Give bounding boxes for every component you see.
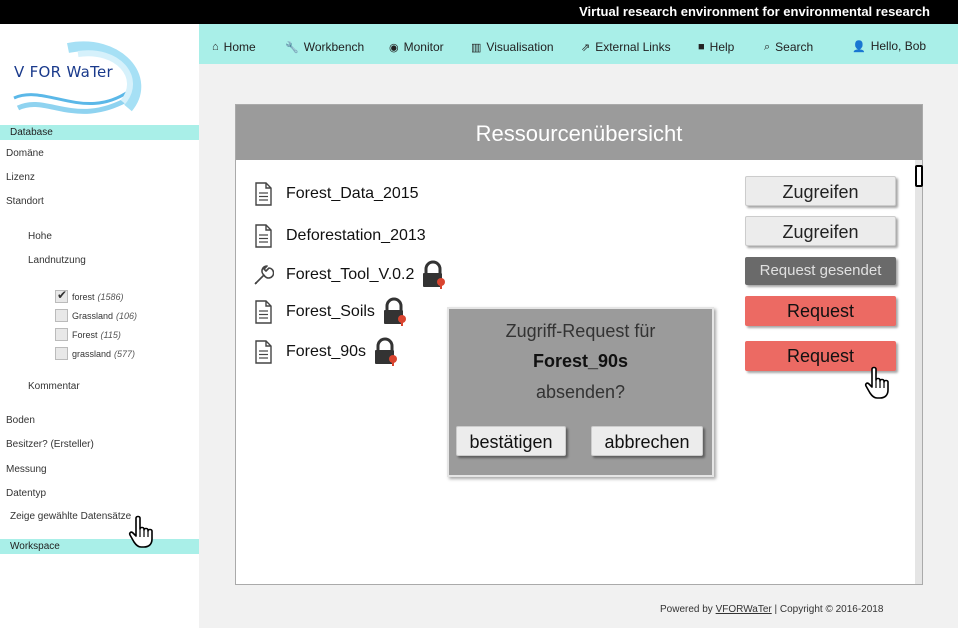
lock-icon [381, 297, 407, 327]
top-bar: Virtual research environment for environ… [0, 0, 958, 24]
hand-cursor-icon [128, 515, 158, 549]
scrollbar-thumb[interactable] [915, 165, 923, 187]
document-icon [252, 224, 274, 248]
landuse-option-forest[interactable]: forest (1586) [55, 288, 124, 303]
landuse-option-grassland[interactable]: Grassland (106) [55, 309, 137, 322]
search-icon: ⌕ [764, 40, 771, 53]
panel-title: Ressourcenübersicht [236, 105, 922, 160]
logo-text: V FOR WaTer [14, 63, 114, 81]
logo[interactable] [8, 38, 148, 128]
footer: Powered by VFORWaTer | Copyright © 2016-… [660, 604, 884, 615]
database-section-header[interactable]: Database [0, 125, 199, 140]
dialog-line-1: Zugriff-Request für [505, 321, 656, 341]
nav-visualisation[interactable]: ▥ Visualisation [471, 40, 554, 54]
access-button-forest-data-2015[interactable]: Zugreifen [745, 176, 896, 206]
checkbox[interactable] [55, 288, 68, 303]
lock-icon [420, 260, 446, 290]
nav-external-links[interactable]: ⇗ External Links [581, 40, 671, 54]
user-icon: 👤 [852, 40, 866, 53]
filter-kommentar[interactable]: Kommentar [28, 381, 80, 392]
tagline: Virtual research environment for environ… [579, 4, 930, 19]
resource-name: Forest_Tool_V.0.2 [286, 266, 415, 283]
footer-brand-link[interactable]: VFORWaTer [716, 604, 772, 615]
filter-domaene[interactable]: Domäne [6, 148, 44, 159]
external-link-icon: ⇗ [581, 41, 591, 54]
resource-name: Forest_Soils [286, 303, 375, 320]
workspace-section-header[interactable]: Workspace [0, 539, 199, 554]
book-icon: ■ [698, 41, 705, 53]
home-icon: ⌂ [212, 41, 219, 53]
document-icon [252, 182, 274, 206]
request-sent-button-forest-tool[interactable]: Request gesendet [745, 257, 896, 285]
resource-name: Forest_Data_2015 [286, 185, 419, 202]
bar-chart-icon: ▥ [471, 41, 482, 54]
nav-help[interactable]: ■ Help [698, 40, 734, 54]
sidebar: V FOR WaTer [0, 24, 199, 628]
filter-hohe[interactable]: Hohe [28, 231, 52, 242]
resource-row-forest-data-2015[interactable]: Forest_Data_2015 [252, 180, 419, 208]
landuse-option-forest-2[interactable]: Forest (115) [55, 328, 121, 341]
show-selected-datasets-link[interactable]: Zeige gewählte Datensätze [10, 511, 131, 522]
user-menu[interactable]: 👤 Hello, Bob [852, 39, 926, 53]
dialog-resource-name: Forest_90s [532, 351, 629, 371]
request-confirm-dialog: Zugriff-Request für Forest_90s absenden?… [447, 307, 714, 477]
resource-row-deforestation-2013[interactable]: Deforestation_2013 [252, 222, 426, 250]
request-button-forest-soils[interactable]: Request [745, 296, 896, 326]
confirm-button[interactable]: bestätigen [456, 426, 566, 456]
document-icon [252, 340, 274, 364]
scrollbar-track[interactable] [915, 160, 922, 584]
resource-row-forest-tool[interactable]: Forest_Tool_V.0.2 [252, 260, 446, 290]
nav-workbench[interactable]: 🔧 Workbench [285, 40, 364, 54]
checkbox[interactable] [55, 328, 68, 341]
filter-datentyp[interactable]: Datentyp [6, 488, 46, 499]
filter-landnutzung[interactable]: Landnutzung [28, 255, 86, 266]
filter-standort[interactable]: Standort [6, 196, 44, 207]
checkbox[interactable] [55, 309, 68, 322]
hand-cursor-icon [864, 366, 894, 400]
filter-besitzer[interactable]: Besitzer? (Ersteller) [6, 439, 94, 450]
cancel-button[interactable]: abbrechen [591, 426, 703, 456]
resource-name: Forest_90s [286, 343, 367, 360]
resource-row-forest-soils[interactable]: Forest_Soils [252, 297, 407, 327]
resource-name: Deforestation_2013 [286, 227, 426, 244]
resource-row-forest-90s[interactable]: Forest_90s [252, 337, 398, 367]
filter-messung[interactable]: Messung [6, 464, 47, 475]
filter-lizenz[interactable]: Lizenz [6, 172, 35, 183]
nav-monitor[interactable]: ◉ Monitor [389, 40, 444, 54]
nav-search[interactable]: ⌕ Search [764, 40, 813, 54]
logo-wave-icon [13, 41, 142, 114]
landuse-option-grassland-2[interactable]: grassland (577) [55, 347, 135, 360]
checkbox[interactable] [55, 347, 68, 360]
document-icon [252, 300, 274, 324]
filter-boden[interactable]: Boden [6, 415, 35, 426]
dialog-line-3: absenden? [535, 382, 626, 402]
access-button-deforestation-2013[interactable]: Zugreifen [745, 216, 896, 246]
eye-icon: ◉ [389, 41, 399, 54]
wrench-icon [252, 263, 275, 287]
lock-icon [372, 337, 398, 367]
nav-home[interactable]: ⌂ Home [212, 40, 256, 54]
wrench-icon: 🔧 [285, 41, 299, 54]
